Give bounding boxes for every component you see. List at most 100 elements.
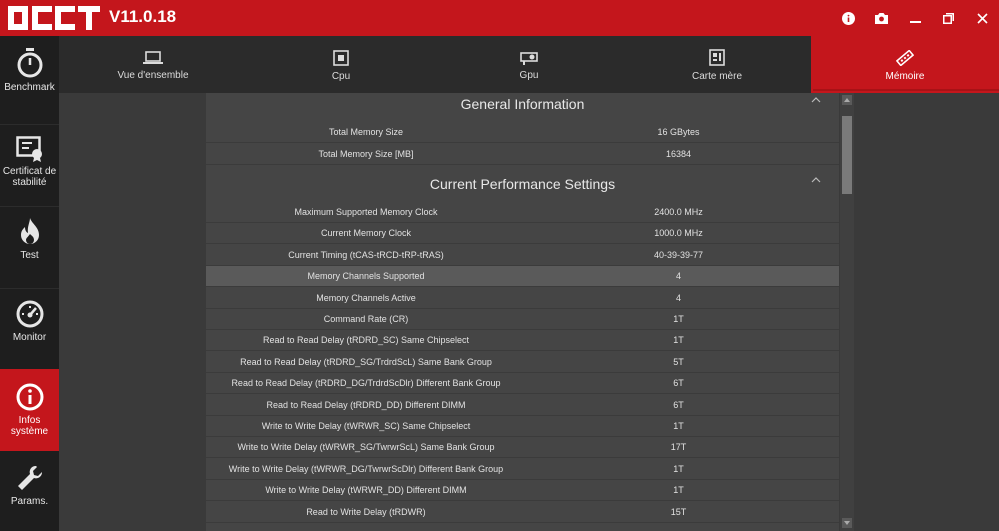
scroll-down-button[interactable] bbox=[842, 518, 852, 528]
table-row: Memory Channels Active 4 bbox=[206, 288, 839, 309]
row-key: Current Timing (tCAS-tRCD-tRP-tRAS) bbox=[288, 249, 444, 260]
tab-vue-ensemble[interactable]: Vue d'ensemble bbox=[59, 36, 247, 93]
table-row: Total Memory Size 16 GBytes bbox=[206, 122, 839, 143]
row-key: Write to Write Delay (tWRWR_SG/TwrwrScL)… bbox=[237, 442, 495, 453]
row-value: 17T bbox=[670, 442, 687, 453]
gpu-icon bbox=[520, 51, 538, 65]
row-key: Read to Read Delay (tRDRD_SG/TrdrdScL) S… bbox=[240, 356, 492, 367]
flame-icon bbox=[20, 218, 39, 244]
table-row: Write to Write Delay (tWRWR_DD) Differen… bbox=[206, 480, 839, 502]
sidebar-item-certificat[interactable]: Certificat de stabilité bbox=[0, 136, 59, 196]
table-row: Read to Read Delay (tRDRD_DG/TrdrdScDlr)… bbox=[206, 373, 839, 395]
table-row: Current Memory Clock 1000.0 MHz bbox=[206, 223, 839, 245]
table-row: Command Rate (CR) 1T bbox=[206, 309, 839, 330]
table-row-highlighted: Memory Channels Supported 4 bbox=[206, 266, 839, 288]
row-key: Write to Write Delay (tWRWR_DD) Differen… bbox=[265, 485, 467, 496]
vertical-scrollbar[interactable] bbox=[840, 93, 854, 531]
section-header-performance[interactable]: Current Performance Settings bbox=[206, 173, 839, 205]
table-row: Read to Read Delay (tRDRD_DD) Different … bbox=[206, 395, 839, 416]
row-value: 6T bbox=[673, 399, 684, 410]
table-row: Maximum Supported Memory Clock 2400.0 MH… bbox=[206, 202, 839, 223]
row-value: 4 bbox=[675, 292, 681, 303]
scrollbar-thumb[interactable] bbox=[842, 116, 852, 194]
memory-icon bbox=[896, 49, 914, 66]
row-key: Command Rate (CR) bbox=[323, 314, 409, 324]
row-value: 4 bbox=[675, 271, 681, 282]
chevron-up-icon bbox=[811, 97, 821, 103]
restore-icon[interactable] bbox=[932, 0, 966, 36]
row-key: Current Memory Clock bbox=[320, 228, 412, 239]
sidebar-item-params[interactable]: Params. bbox=[0, 464, 59, 526]
tab-memoire[interactable]: Mémoire bbox=[811, 36, 999, 93]
table-row: Write to Write Delay (tWRWR_DG/TwrwrScDl… bbox=[206, 459, 839, 480]
row-key: Write to Write Delay (tWRWR_DG/TwrwrScDl… bbox=[228, 463, 504, 474]
row-value: 1T bbox=[673, 314, 684, 324]
sidebar-item-label: Certificat de stabilité bbox=[2, 166, 57, 188]
arrow-down-icon bbox=[844, 521, 850, 525]
sidebar-item-label: Infos système bbox=[10, 415, 49, 437]
active-tab-indicator bbox=[813, 89, 999, 91]
tab-label: Cpu bbox=[331, 70, 351, 82]
info-icon[interactable] bbox=[832, 0, 866, 36]
tab-label: Gpu bbox=[519, 69, 539, 81]
row-value: 1T bbox=[673, 463, 684, 474]
row-key: Maximum Supported Memory Clock bbox=[294, 207, 438, 217]
table-row: Current Timing (tCAS-tRCD-tRP-tRAS) 40-3… bbox=[206, 245, 839, 266]
close-icon[interactable] bbox=[966, 0, 999, 36]
table-row: Write to Write Delay (tWRWR_SG/TwrwrScL)… bbox=[206, 437, 839, 459]
row-value: 1T bbox=[673, 421, 684, 431]
row-value: 16 GBytes bbox=[657, 127, 700, 137]
gauge-icon bbox=[16, 300, 43, 328]
row-value: 16384 bbox=[665, 149, 692, 159]
title-bar: V11.0.18 bbox=[0, 0, 999, 36]
row-value: 15T bbox=[670, 506, 687, 517]
minimize-icon[interactable] bbox=[899, 0, 933, 36]
memory-info-panel: General Information Total Memory Size 16… bbox=[206, 93, 839, 531]
row-key: Read to Read Delay (tRDRD_SC) Same Chips… bbox=[262, 335, 470, 346]
tab-carte-mere[interactable]: Carte mère bbox=[623, 36, 811, 93]
app-version: V11.0.18 bbox=[109, 7, 177, 26]
tab-cpu[interactable]: Cpu bbox=[247, 36, 435, 93]
tab-label: Mémoire bbox=[885, 70, 925, 82]
sidebar-item-label: Test bbox=[20, 250, 39, 261]
sidebar-item-label: Params. bbox=[10, 496, 49, 507]
table-row: Read to Read Delay (tRDRD_SG/TrdrdScL) S… bbox=[206, 352, 839, 373]
row-key: Memory Channels Supported bbox=[307, 271, 425, 282]
tab-bar: Vue d'ensemble Cpu Gpu Carte mère Mémoir… bbox=[59, 36, 999, 93]
camera-icon[interactable] bbox=[865, 0, 899, 36]
row-value: 2400.0 MHz bbox=[654, 207, 703, 217]
sidebar-item-monitor[interactable]: Monitor bbox=[0, 300, 59, 362]
row-key: Read to Read Delay (tRDRD_DG/TrdrdScDlr)… bbox=[231, 378, 501, 389]
sidebar-item-benchmark[interactable]: Benchmark bbox=[0, 48, 59, 108]
row-value: 1T bbox=[673, 335, 684, 346]
section-title: Current Performance Settings bbox=[429, 176, 616, 192]
tab-label: Carte mère bbox=[691, 71, 742, 82]
tab-gpu[interactable]: Gpu bbox=[435, 36, 623, 93]
row-key: Memory Channels Active bbox=[316, 292, 416, 303]
row-key: Read to Read Delay (tRDRD_DD) Different … bbox=[266, 399, 466, 410]
chevron-up-icon bbox=[811, 177, 821, 183]
sidebar: Benchmark Certificat de stabilité Test M… bbox=[0, 36, 59, 531]
scroll-up-button[interactable] bbox=[842, 95, 852, 105]
occt-window: V11.0.18 Benchmark Certificat de stabili… bbox=[0, 0, 999, 531]
row-value: 1000.0 MHz bbox=[654, 228, 703, 239]
sidebar-item-label: Benchmark bbox=[4, 82, 55, 93]
row-key: Total Memory Size [MB] bbox=[318, 149, 414, 159]
motherboard-icon bbox=[709, 49, 725, 66]
row-key: Write to Write Delay (tWRWR_SC) Same Chi… bbox=[261, 421, 471, 431]
arrow-up-icon bbox=[844, 98, 850, 102]
row-value: 5T bbox=[673, 356, 684, 367]
table-row: Total Memory Size [MB] 16384 bbox=[206, 144, 839, 165]
table-row: Read to Write Delay (tRDWR) 15T bbox=[206, 502, 839, 523]
row-value: 1T bbox=[673, 485, 684, 496]
stopwatch-icon bbox=[17, 48, 42, 78]
sidebar-item-label: Monitor bbox=[12, 332, 47, 343]
section-header-general[interactable]: General Information bbox=[206, 93, 839, 125]
sidebar-item-test[interactable]: Test bbox=[0, 218, 59, 278]
section-title: General Information bbox=[460, 96, 585, 112]
row-value: 40-39-39-77 bbox=[653, 249, 704, 260]
wrench-icon bbox=[17, 465, 42, 490]
sidebar-item-infos-systeme[interactable]: Infos système bbox=[0, 369, 59, 451]
table-row: Write to Write Delay (tWRWR_SC) Same Chi… bbox=[206, 416, 839, 437]
cpu-icon bbox=[333, 49, 349, 66]
